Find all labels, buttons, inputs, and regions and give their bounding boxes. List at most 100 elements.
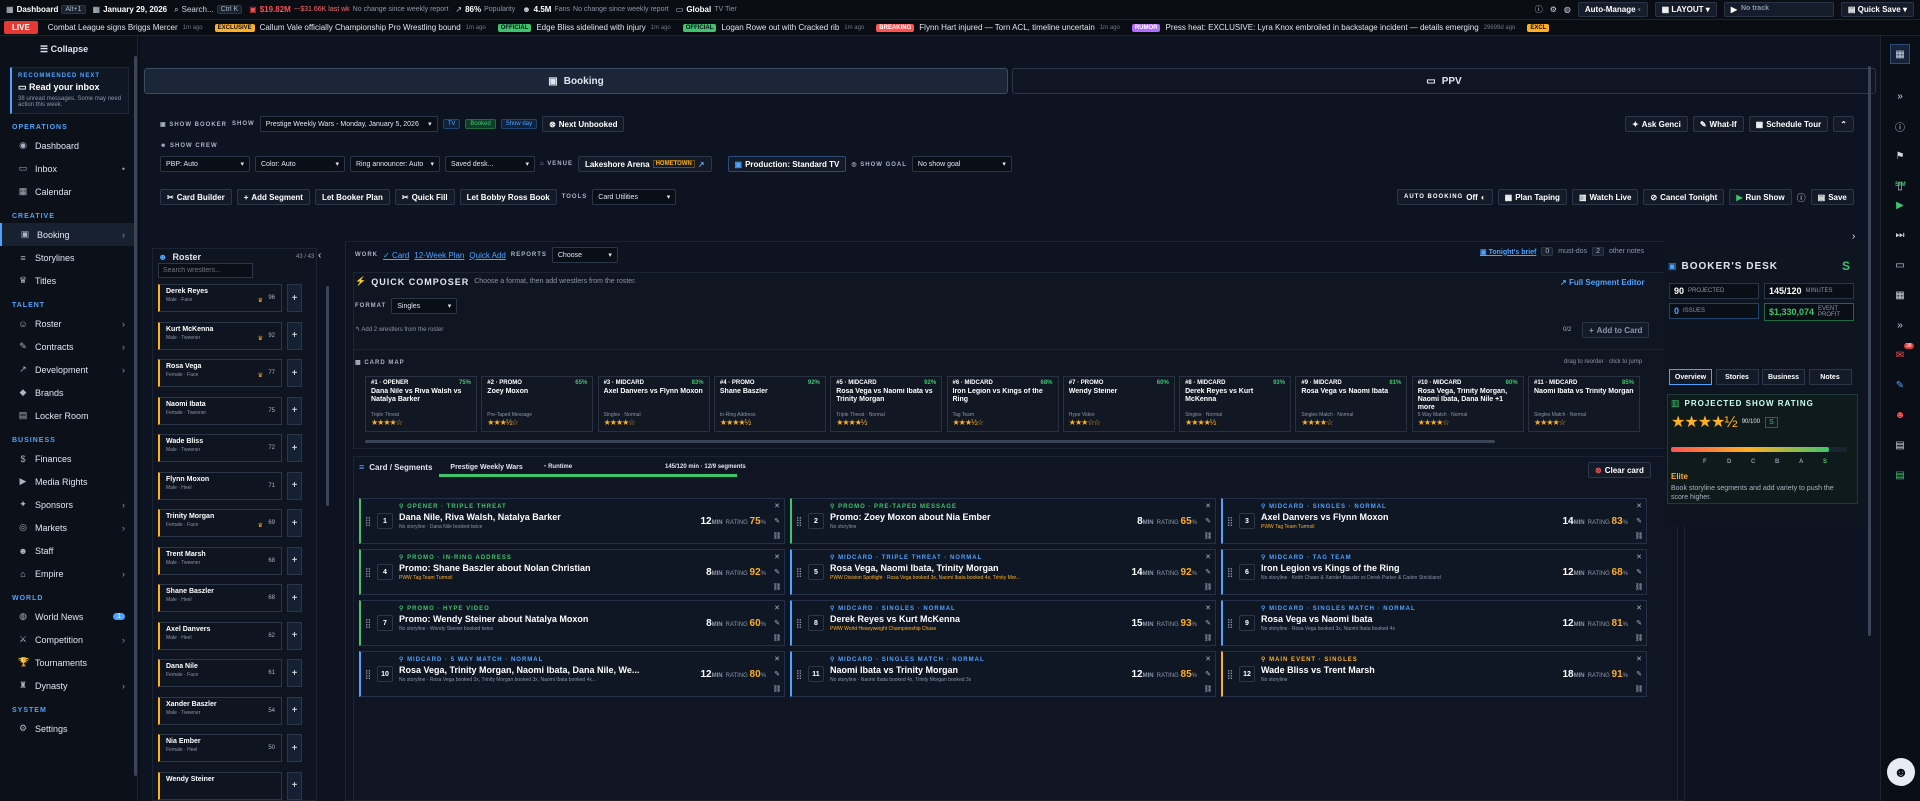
sidebar-item-development[interactable]: ↗ Development › bbox=[0, 358, 137, 381]
edit-icon[interactable]: ✎ bbox=[1205, 619, 1211, 627]
roster-card[interactable]: Kurt McKenna Male · Tweener 92 ♛ bbox=[158, 321, 282, 350]
ticker-item[interactable]: OFFICIAL Logan Rowe out with Cracked rib 1… bbox=[682, 23, 864, 32]
tv-tier-stat[interactable]: ▭ Global TV Tier bbox=[676, 5, 737, 14]
card-map-item[interactable]: #7 · PROMO 60% Wendy Steiner Hype Video ★★★☆… bbox=[1062, 376, 1175, 432]
drag-handle-icon[interactable]: ⣿ bbox=[792, 652, 806, 696]
ticker-item[interactable]: EXCL bbox=[1527, 23, 1559, 32]
skip-icon[interactable]: ⏭ bbox=[1890, 225, 1910, 245]
edit-icon[interactable]: ✎ bbox=[1205, 568, 1211, 576]
close-icon[interactable]: ✕ bbox=[774, 655, 780, 663]
close-icon[interactable]: ✕ bbox=[1636, 604, 1642, 612]
venue-button[interactable]: Lakeshore Arena HOMETOWN ↗ bbox=[577, 156, 712, 172]
fast-forward-icon[interactable]: » bbox=[1890, 86, 1910, 106]
segment-card[interactable]: ⣿ 1 ⚲ OPENER · TRIPLE THREAT Dana Nile, Riv… bbox=[359, 498, 785, 544]
add-wrestler-button[interactable]: + bbox=[287, 509, 302, 537]
link-icon[interactable]: ⛓ bbox=[773, 583, 782, 591]
add-segment-button[interactable]: + Add Segment bbox=[236, 189, 310, 205]
save-icon[interactable]: ▤ bbox=[1890, 465, 1910, 485]
settings-icon[interactable]: ⚙ bbox=[1550, 5, 1557, 14]
ticker-item[interactable]: Combat League signs Briggs Mercer 1m ago bbox=[48, 23, 203, 32]
ring-announcer-select[interactable]: Ring announcer: Auto ▾ bbox=[350, 156, 440, 172]
roster-card[interactable]: Axel Danvers Male · Heel 62 bbox=[158, 621, 282, 650]
sidebar-item-locker-room[interactable]: ▤ Locker Room bbox=[0, 404, 137, 427]
edit-icon[interactable]: ✎ bbox=[1636, 517, 1642, 525]
close-icon[interactable]: ✕ bbox=[1636, 553, 1642, 561]
sim-play-icon[interactable]: ▶ bbox=[1890, 195, 1910, 215]
recommended-card[interactable]: RECOMMENDED NEXT ▭ Read your inbox 38 un… bbox=[10, 67, 129, 114]
sidebar-item-dashboard[interactable]: ◉ Dashboard bbox=[0, 134, 137, 157]
close-icon[interactable]: ✕ bbox=[1636, 655, 1642, 663]
sidebar-item-empire[interactable]: ⌂ Empire › bbox=[0, 562, 137, 585]
close-icon[interactable]: ✕ bbox=[1636, 502, 1642, 510]
tools-select[interactable]: Card Utilities ▾ bbox=[592, 189, 677, 205]
person-alert-icon[interactable]: ☻ bbox=[1890, 405, 1910, 425]
close-icon[interactable]: ✕ bbox=[774, 553, 780, 561]
segment-card[interactable]: ⣿ 11 ⚲ MIDCARD · SINGLES MATCH · NORMAL Nao… bbox=[790, 651, 1216, 697]
link-icon[interactable]: ⛓ bbox=[1635, 583, 1644, 591]
sidebar-item-contracts[interactable]: ✎ Contracts › bbox=[0, 335, 137, 358]
link-icon[interactable]: ⛓ bbox=[773, 685, 782, 693]
close-icon[interactable]: ✕ bbox=[1205, 604, 1211, 612]
sidebar-item-world-news[interactable]: ◍ World News 1 bbox=[0, 605, 137, 628]
segment-card[interactable]: ⣿ 9 ⚲ MIDCARD · SINGLES MATCH · NORMAL Rosa… bbox=[1221, 600, 1647, 646]
sidebar-item-media-rights[interactable]: ▶ Media Rights bbox=[0, 470, 137, 493]
roster-card[interactable]: Rosa Vega Female · Face 77 ♛ bbox=[158, 359, 282, 387]
card-tab[interactable]: ✓ Card bbox=[383, 251, 409, 260]
desk-scrollbar[interactable] bbox=[1868, 66, 1871, 636]
desk-tab-business[interactable]: Business bbox=[1762, 369, 1805, 385]
popularity-stat[interactable]: ↗ 86% Popularity bbox=[455, 5, 515, 14]
help-icon[interactable]: ⓘ bbox=[1535, 4, 1543, 15]
sidebar-item-inbox[interactable]: ▭ Inbox • bbox=[0, 157, 137, 180]
sidebar-item-tournaments[interactable]: 🏆 Tournaments bbox=[0, 651, 137, 674]
drag-handle-icon[interactable]: ⣿ bbox=[361, 499, 375, 543]
layout-menu[interactable]: ▦ LAYOUT ▾ bbox=[1654, 2, 1717, 17]
add-wrestler-button[interactable]: + bbox=[287, 396, 302, 425]
segment-card[interactable]: ⣿ 4 ⚲ PROMO · IN-RING ADDRESS Promo: Shane … bbox=[359, 549, 785, 595]
roster-card[interactable]: Trinity Morgan Female · Face 69 ♛ bbox=[158, 509, 282, 537]
close-icon[interactable]: ✕ bbox=[774, 604, 780, 612]
card-map-item[interactable]: #9 · MIDCARD 81% Rosa Vega vs Naomi Ibata S… bbox=[1295, 376, 1408, 432]
cancel-tonight-button[interactable]: ⊘ Cancel Tonight bbox=[1643, 189, 1725, 205]
pbp-select[interactable]: PBP: Auto ▾ bbox=[160, 156, 250, 172]
tab-booking[interactable]: ▣ Booking bbox=[144, 68, 1008, 94]
roster-card[interactable]: Xander Baszler Male · Tweener 54 bbox=[158, 696, 282, 725]
sidebar-item-calendar[interactable]: ▦ Calendar bbox=[0, 180, 137, 203]
drag-handle-icon[interactable]: ⣿ bbox=[1223, 499, 1237, 543]
edit-icon[interactable]: ✎ bbox=[1636, 568, 1642, 576]
edit-icon[interactable]: ✎ bbox=[774, 619, 780, 627]
card-builder-button[interactable]: ✂ Card Builder bbox=[160, 189, 232, 205]
save-button[interactable]: ▤ Save bbox=[1810, 189, 1854, 205]
search-button[interactable]: ⌕ Search... Ctrl K bbox=[174, 5, 243, 15]
roster-card[interactable]: Shane Baszler Male · Heel 68 bbox=[158, 584, 282, 612]
sidebar-item-finances[interactable]: $ Finances bbox=[0, 447, 137, 470]
add-wrestler-button[interactable]: + bbox=[287, 321, 302, 350]
ticker-item[interactable]: RUMOR Press heat: EXCLUSIVE: Lyra Knox em… bbox=[1131, 23, 1515, 32]
quick-fill-button[interactable]: ✂ Quick Fill bbox=[394, 189, 455, 205]
drag-handle-icon[interactable]: ⣿ bbox=[792, 601, 806, 645]
add-wrestler-button[interactable]: + bbox=[287, 659, 302, 687]
segment-card[interactable]: ⣿ 8 ⚲ MIDCARD · SINGLES · NORMAL Derek Reye… bbox=[790, 600, 1216, 646]
sidebar-scrollbar[interactable] bbox=[134, 56, 137, 776]
chat-icon[interactable]: ▤ bbox=[1890, 435, 1910, 455]
globe-icon[interactable]: ◍ bbox=[1564, 5, 1571, 14]
edit-icon[interactable]: ✎ bbox=[774, 670, 780, 678]
saved-desk-select[interactable]: Saved desk... ▾ bbox=[445, 156, 535, 172]
assistant-avatar[interactable]: ☻ bbox=[1887, 758, 1915, 786]
add-wrestler-button[interactable]: + bbox=[287, 359, 302, 387]
close-icon[interactable]: ✕ bbox=[1205, 655, 1211, 663]
card-map-item[interactable]: #1 · OPENER 75% Dana Nile vs Riva Walsh vs… bbox=[365, 376, 477, 432]
full-segment-editor-link[interactable]: ↗ Full Segment Editor bbox=[1560, 278, 1645, 287]
roster-card[interactable]: Derek Reyes Male · Face 96 ♛ bbox=[158, 284, 282, 312]
edit-icon[interactable]: ✎ bbox=[774, 568, 780, 576]
roster-card[interactable]: Nia Ember Female · Heel 50 bbox=[158, 734, 282, 762]
card-icon[interactable]: ▭ bbox=[1890, 255, 1910, 275]
add-wrestler-button[interactable]: + bbox=[287, 734, 302, 762]
card-map-item[interactable]: #8 · MIDCARD 93% Derek Reyes vs Kurt McKen… bbox=[1179, 376, 1292, 432]
add-wrestler-button[interactable]: + bbox=[287, 546, 302, 575]
roster-card[interactable]: Flynn Moxon Male · Heel 71 bbox=[158, 471, 282, 500]
info-icon[interactable]: ⓘ bbox=[1797, 191, 1806, 204]
roster-search-input[interactable] bbox=[158, 263, 253, 278]
card-map-item[interactable]: #4 · PROMO 92% Shane Baszler In-Ring Addres… bbox=[713, 376, 826, 432]
card-map-scrollbar[interactable] bbox=[365, 440, 1495, 443]
tab-ppv[interactable]: ▭ PPV bbox=[1012, 68, 1876, 94]
